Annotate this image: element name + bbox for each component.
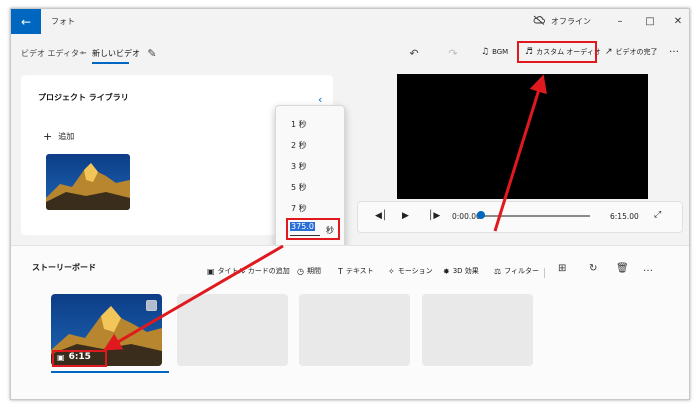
photos-app-window: ← フォト オフライン – □ ✕ ビデオ エディター › 新しいビデオ ✎ ↶… xyxy=(10,8,690,400)
annotation-arrows xyxy=(103,74,547,351)
arrow-to-custom-audio xyxy=(493,74,547,232)
arrow-to-clip-duration xyxy=(103,244,284,351)
